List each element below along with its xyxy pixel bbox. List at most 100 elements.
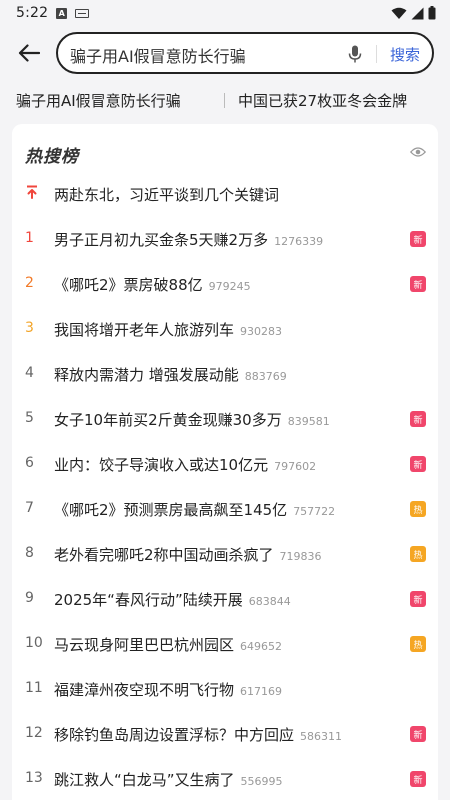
rank-title: 《哪吒2》票房破88亿 xyxy=(54,276,203,294)
rank-title: 马云现身阿里巴巴杭州园区 xyxy=(54,636,235,654)
rank-number: 13 xyxy=(25,770,43,786)
pinned-top-icon xyxy=(27,185,37,199)
rank-title-line: 跳江救人“白龙马”又生病了 556995 xyxy=(54,769,283,790)
notification-a-icon: A xyxy=(56,7,68,19)
hot-list-item[interactable]: 6 业内：饺子导演收入或达10亿元 797602 新 xyxy=(12,442,438,487)
rank-title: 我国将增开老年人旅游列车 xyxy=(54,321,235,339)
rank-title-line: 福建漳州夜空现不明飞行物 617169 xyxy=(54,679,282,700)
hot-list-item[interactable]: 两赴东北，习近平谈到几个关键词 xyxy=(12,172,438,217)
hot-list-item[interactable]: 13 跳江救人“白龙马”又生病了 556995 新 xyxy=(12,757,438,800)
rank-count: 617169 xyxy=(240,685,283,698)
signal-icon xyxy=(411,7,424,19)
new-badge: 新 xyxy=(410,591,426,607)
rank-title: 移除钓鱼岛周边设置浮标？中方回应 xyxy=(54,726,295,744)
hot-words-bar: 骗子用AI假冒意防长行骗 中国已获27枚亚冬会金牌 xyxy=(0,86,450,114)
rank-title-line: 男子正月初九买金条5天赚2万多 1276339 xyxy=(54,229,323,250)
rank-number: 8 xyxy=(25,545,34,561)
rank-count: 839581 xyxy=(287,415,330,428)
new-badge: 新 xyxy=(410,276,426,292)
rank-title: 老外看完哪吒2称中国动画杀疯了 xyxy=(54,546,274,564)
hot-list-item[interactable]: 10 马云现身阿里巴巴杭州园区 649652 热 xyxy=(12,622,438,667)
hot-list-item[interactable]: 12 移除钓鱼岛周边设置浮标？中方回应 586311 新 xyxy=(12,712,438,757)
rank-count: 930283 xyxy=(240,325,283,338)
rank-count: 586311 xyxy=(300,730,343,743)
hot-list-item[interactable]: 8 老外看完哪吒2称中国动画杀疯了 719836 热 xyxy=(12,532,438,577)
rank-number: 4 xyxy=(25,365,34,381)
rank-number: 9 xyxy=(25,590,34,606)
hot-list-item[interactable]: 4 释放内需潜力 增强发展动能 883769 xyxy=(12,352,438,397)
rank-title: 福建漳州夜空现不明飞行物 xyxy=(54,681,235,699)
microphone-icon[interactable] xyxy=(346,44,364,64)
rank-title: 两赴东北，习近平谈到几个关键词 xyxy=(54,186,280,204)
rank-count: 556995 xyxy=(240,775,283,788)
status-bar: 5:22 A xyxy=(0,0,450,26)
hot-list-item[interactable]: 1 男子正月初九买金条5天赚2万多 1276339 新 xyxy=(12,217,438,262)
status-left: 5:22 A xyxy=(16,5,90,21)
rank-count: 683844 xyxy=(248,595,291,608)
rank-count: 757722 xyxy=(293,505,336,518)
status-right xyxy=(391,6,436,20)
rank-title-line: 老外看完哪吒2称中国动画杀疯了 719836 xyxy=(54,544,322,565)
rank-number: 6 xyxy=(25,455,34,471)
rank-number: 12 xyxy=(25,725,43,741)
new-badge: 新 xyxy=(410,726,426,742)
new-badge: 新 xyxy=(410,231,426,247)
rank-count: 883769 xyxy=(244,370,287,383)
hot-list-item[interactable]: 7 《哪吒2》预测票房最高飙至145亿 757722 热 xyxy=(12,487,438,532)
wifi-icon xyxy=(391,7,407,19)
new-badge: 新 xyxy=(410,456,426,472)
search-divider xyxy=(376,45,377,63)
battery-icon xyxy=(428,6,436,20)
eye-icon[interactable] xyxy=(410,146,426,158)
status-time: 5:22 xyxy=(16,5,49,21)
rank-title-line: 2025年“春风行动”陆续开展 683844 xyxy=(54,589,291,610)
hot-badge: 热 xyxy=(410,636,426,652)
search-button[interactable]: 搜索 xyxy=(390,44,420,65)
new-badge: 新 xyxy=(410,771,426,787)
arrow-left-icon xyxy=(18,44,40,62)
rank-title-line: 女子10年前买2斤黄金现赚30多万 839581 xyxy=(54,409,330,430)
rank-number: 11 xyxy=(25,680,43,696)
back-button[interactable] xyxy=(14,36,44,70)
hot-badge: 热 xyxy=(410,501,426,517)
rank-number: 10 xyxy=(25,635,43,651)
rank-number: 2 xyxy=(25,275,34,291)
rank-number: 1 xyxy=(25,230,34,246)
rank-count: 719836 xyxy=(279,550,322,563)
hot-list-card: 热搜榜 两赴东北，习近平谈到几个关键词 1 男子正月初九买金条5天赚2万多 12763… xyxy=(12,124,438,800)
rank-title-line: 移除钓鱼岛周边设置浮标？中方回应 586311 xyxy=(54,724,342,745)
rank-title-line: 两赴东北，习近平谈到几个关键词 xyxy=(54,184,279,205)
search-header: 骗子用AI假冒意防长行骗 搜索 xyxy=(0,32,450,74)
hot-list-item[interactable]: 3 我国将增开老年人旅游列车 930283 xyxy=(12,307,438,352)
rank-number: 5 xyxy=(25,410,34,426)
rank-title: 男子正月初九买金条5天赚2万多 xyxy=(54,231,269,249)
rank-title-line: 业内：饺子导演收入或达10亿元 797602 xyxy=(54,454,316,475)
rank-title: 女子10年前买2斤黄金现赚30多万 xyxy=(54,411,282,429)
rank-count: 649652 xyxy=(240,640,283,653)
rank-title-line: 释放内需潜力 增强发展动能 883769 xyxy=(54,364,287,385)
rank-title: 《哪吒2》预测票房最高飙至145亿 xyxy=(54,501,288,519)
rank-title: 业内：饺子导演收入或达10亿元 xyxy=(54,456,269,474)
rank-count: 797602 xyxy=(274,460,317,473)
rank-count: 1276339 xyxy=(274,235,324,248)
hot-badge: 热 xyxy=(410,546,426,562)
rank-title: 2025年“春风行动”陆续开展 xyxy=(54,591,243,609)
hot-word-item[interactable]: 中国已获27枚亚冬会金牌 xyxy=(238,90,407,111)
search-input[interactable]: 骗子用AI假冒意防长行骗 搜索 xyxy=(56,32,434,74)
search-query-text: 骗子用AI假冒意防长行骗 xyxy=(70,47,246,66)
hot-list-item[interactable]: 9 2025年“春风行动”陆续开展 683844 新 xyxy=(12,577,438,622)
rank-title-line: 我国将增开老年人旅游列车 930283 xyxy=(54,319,282,340)
hot-word-divider xyxy=(224,93,225,108)
new-badge: 新 xyxy=(410,411,426,427)
hot-list-item[interactable]: 11 福建漳州夜空现不明飞行物 617169 xyxy=(12,667,438,712)
keyboard-icon xyxy=(75,8,90,18)
rank-number: 3 xyxy=(25,320,34,336)
rank-title-line: 《哪吒2》票房破88亿 979245 xyxy=(54,274,251,295)
hot-list-item[interactable]: 2 《哪吒2》票房破88亿 979245 新 xyxy=(12,262,438,307)
rank-count: 979245 xyxy=(208,280,251,293)
hot-list-item[interactable]: 5 女子10年前买2斤黄金现赚30多万 839581 新 xyxy=(12,397,438,442)
rank-title-line: 马云现身阿里巴巴杭州园区 649652 xyxy=(54,634,282,655)
hot-word-item[interactable]: 骗子用AI假冒意防长行骗 xyxy=(16,90,181,111)
rank-title: 释放内需潜力 增强发展动能 xyxy=(54,366,239,384)
rank-title: 跳江救人“白龙马”又生病了 xyxy=(54,771,235,789)
